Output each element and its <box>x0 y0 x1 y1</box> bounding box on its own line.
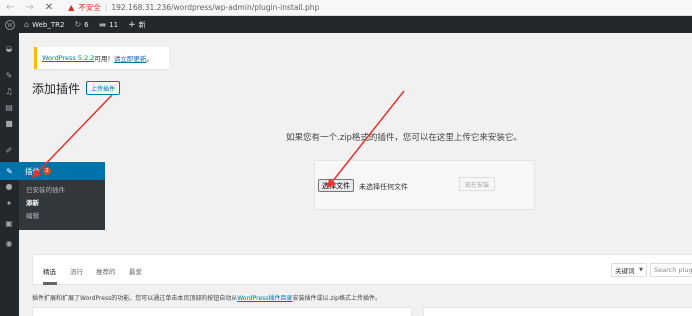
insecure-label: 不安全 <box>78 3 101 12</box>
plugins-update-badge: 2 <box>43 167 51 175</box>
search-type-value: 关键词 <box>615 267 635 275</box>
plus-icon: + <box>128 19 136 30</box>
url-text[interactable]: 192.168.31.236/wordpress/wp-admin/plugin… <box>111 3 319 12</box>
pages-icon[interactable]: ▤ <box>4 102 14 112</box>
site-name-link[interactable]: ⌂ Web_TR2 <box>19 16 69 33</box>
submenu-editor[interactable]: 编辑 <box>26 210 105 223</box>
comments-link[interactable]: ▬ 11 <box>94 16 123 33</box>
plugin-card <box>32 307 412 316</box>
updates-link[interactable]: ↻ 6 <box>69 16 93 33</box>
svg-text:W: W <box>7 23 13 29</box>
media-icon[interactable]: ♫ <box>4 86 14 96</box>
new-label: 新 <box>138 20 146 29</box>
warning-icon: ▲ <box>68 3 75 12</box>
plugins-label: 插件 <box>25 166 40 176</box>
active-tab-indicator <box>43 282 57 285</box>
install-now-button[interactable]: 现在安装 <box>459 177 496 191</box>
arrow-left-icon[interactable]: ← <box>6 2 14 13</box>
dashboard-icon[interactable]: ◒ <box>4 43 14 53</box>
tab-favorites[interactable]: 最爱 <box>129 266 142 276</box>
site-name: Web_TR2 <box>32 20 65 29</box>
updates-count: 6 <box>84 20 89 29</box>
appearance-icon[interactable]: ✐ <box>4 145 14 155</box>
chevron-down-icon: ▼ <box>639 267 643 273</box>
submenu-installed-plugins[interactable]: 已安装的插件 <box>26 184 105 197</box>
new-content-link[interactable]: + 新 <box>123 16 151 33</box>
wordpress-version-link[interactable]: WordPress 5.2.2 <box>42 54 94 62</box>
home-icon: ⌂ <box>24 20 30 29</box>
plugin-directory-link[interactable]: WordPress插件目录 <box>237 295 292 302</box>
wordpress-logo-icon[interactable]: W <box>0 16 19 33</box>
description-after: 安装插件或以.zip格式上传插件。 <box>292 295 381 302</box>
users-icon[interactable]: ● <box>4 181 14 191</box>
arrow-right-icon[interactable]: → <box>25 2 33 13</box>
settings-icon[interactable]: ▣ <box>4 218 14 228</box>
update-now-link[interactable]: 请立即更新 <box>114 53 147 63</box>
description-before: 插件扩展和扩展了WordPress的功能。您可以通过单击本页顶部的按钮自动从 <box>32 295 238 302</box>
comment-icon: ▬ <box>98 20 107 29</box>
close-icon[interactable]: ✕ <box>45 2 53 13</box>
wp-admin-bar: W ⌂ Web_TR2 ↻ 6 ▬ 11 + 新 <box>0 16 692 33</box>
plugin-filter-bar: 精选 流行 推荐的 最爱 关键词 ▼ Search plugins... <box>32 254 692 285</box>
sidebar-item-plugins[interactable]: 插件 2 <box>19 162 105 180</box>
browser-toolbar: ← → ✕ ▲ 不安全 | 192.168.31.236/wordpress/w… <box>0 0 692 16</box>
comments-menu-icon[interactable]: ■ <box>4 118 14 128</box>
notice-text: 可用！ <box>94 55 114 63</box>
comments-count: 11 <box>109 20 119 29</box>
collapse-menu-icon[interactable]: ◉ <box>4 238 14 248</box>
upload-help-text: 如果您有一个.zip格式的插件，您可以在这里上传它来安装它。 <box>286 133 522 143</box>
tools-icon[interactable]: ✦ <box>4 198 14 208</box>
plugins-description: 插件扩展和扩展了WordPress的功能。您可以通过单击本页顶部的按钮自动从Wo… <box>32 293 381 302</box>
tab-recommended[interactable]: 推荐的 <box>96 266 116 276</box>
update-notice: WordPress 5.2.2 可用！ 请立即更新 。 <box>34 47 169 69</box>
menu-pointer <box>105 165 111 177</box>
address-bar[interactable]: ▲ 不安全 | 192.168.31.236/wordpress/wp-admi… <box>68 2 319 13</box>
submenu-add-new[interactable]: 添新 <box>26 197 105 210</box>
tab-featured[interactable]: 精选 <box>43 266 56 276</box>
notice-end: 。 <box>146 55 153 63</box>
upload-plugin-button[interactable]: 上传插件 <box>86 81 121 95</box>
choose-file-button[interactable]: 选择文件 <box>318 179 354 192</box>
upload-form: 选择文件 未选择任何文件 现在安装 <box>314 160 535 210</box>
tab-popular[interactable]: 流行 <box>70 266 83 276</box>
pin-icon[interactable]: ✎ <box>4 70 14 80</box>
plugins-submenu: 已安装的插件 添新 编辑 <box>19 180 105 230</box>
refresh-icon: ↻ <box>74 20 82 29</box>
page-title: 添加插件 <box>32 82 81 96</box>
search-plugins-input[interactable]: Search plugins... <box>650 263 692 277</box>
plugin-card <box>423 307 692 316</box>
no-file-chosen: 未选择任何文件 <box>359 183 408 191</box>
plugins-icon[interactable]: ✎ <box>0 162 19 180</box>
address-separator: | <box>104 3 108 12</box>
search-type-select[interactable]: 关键词 ▼ <box>611 263 647 277</box>
